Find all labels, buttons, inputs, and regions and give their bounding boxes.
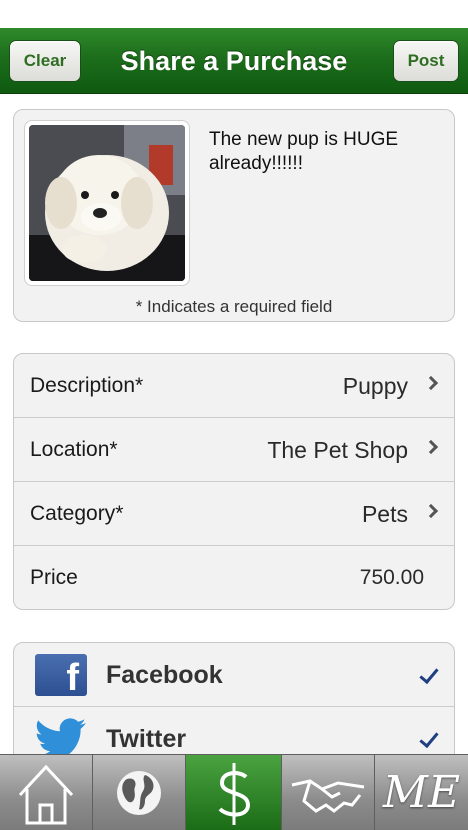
- price-label: Price: [30, 566, 78, 589]
- location-label: Location*: [30, 438, 118, 461]
- facebook-label: Facebook: [106, 661, 223, 689]
- tab-deals[interactable]: [282, 755, 375, 830]
- share-options: f Facebook Twitter: [13, 642, 455, 754]
- photo-card: The new pup is HUGE already!!!!!! * Indi…: [13, 109, 455, 322]
- price-row[interactable]: Price 750.00: [14, 546, 454, 610]
- me-icon: ME: [382, 767, 461, 818]
- chevron-right-icon: [423, 439, 439, 455]
- puppy-photo: [29, 125, 185, 281]
- handshake-icon: [291, 779, 365, 813]
- tab-purchases[interactable]: [186, 755, 282, 830]
- home-icon: [18, 764, 74, 825]
- category-label: Category*: [30, 502, 124, 525]
- tab-home[interactable]: [0, 755, 93, 830]
- price-field[interactable]: 750.00: [360, 546, 424, 610]
- status-bar: [0, 0, 468, 28]
- chevron-right-icon: [423, 375, 439, 391]
- twitter-label: Twitter: [106, 725, 187, 753]
- puppy-image: [29, 125, 185, 281]
- category-value: Pets: [361, 501, 408, 527]
- purchase-form: Description* Puppy Location* The Pet Sho…: [13, 353, 455, 610]
- post-button[interactable]: Post: [393, 40, 459, 82]
- scroll-content[interactable]: The new pup is HUGE already!!!!!! * Indi…: [0, 95, 468, 754]
- tab-bar: ME: [0, 754, 468, 830]
- photo-caption[interactable]: The new pup is HUGE already!!!!!!: [209, 128, 439, 176]
- tab-globe[interactable]: [93, 755, 186, 830]
- photo-thumbnail[interactable]: [24, 120, 190, 286]
- location-value: The Pet Shop: [267, 437, 408, 463]
- description-row[interactable]: Description* Puppy: [14, 354, 454, 418]
- checkmark-icon: [419, 727, 439, 749]
- checkmark-icon: [419, 663, 439, 685]
- chevron-right-icon: [423, 503, 439, 519]
- category-row[interactable]: Category* Pets: [14, 482, 454, 546]
- facebook-icon: f: [35, 654, 87, 699]
- dollar-icon: [218, 763, 251, 825]
- tab-me[interactable]: ME: [375, 755, 468, 830]
- twitter-row[interactable]: Twitter: [14, 707, 454, 754]
- location-row[interactable]: Location* The Pet Shop: [14, 418, 454, 482]
- navigation-bar: Clear Share a Purchase Post: [0, 28, 468, 94]
- facebook-row[interactable]: f Facebook: [14, 643, 454, 707]
- description-label: Description*: [30, 374, 144, 397]
- required-field-note: * Indicates a required field: [135, 297, 333, 316]
- globe-icon: [117, 771, 161, 815]
- description-value: Puppy: [342, 373, 408, 399]
- twitter-icon: [36, 718, 86, 754]
